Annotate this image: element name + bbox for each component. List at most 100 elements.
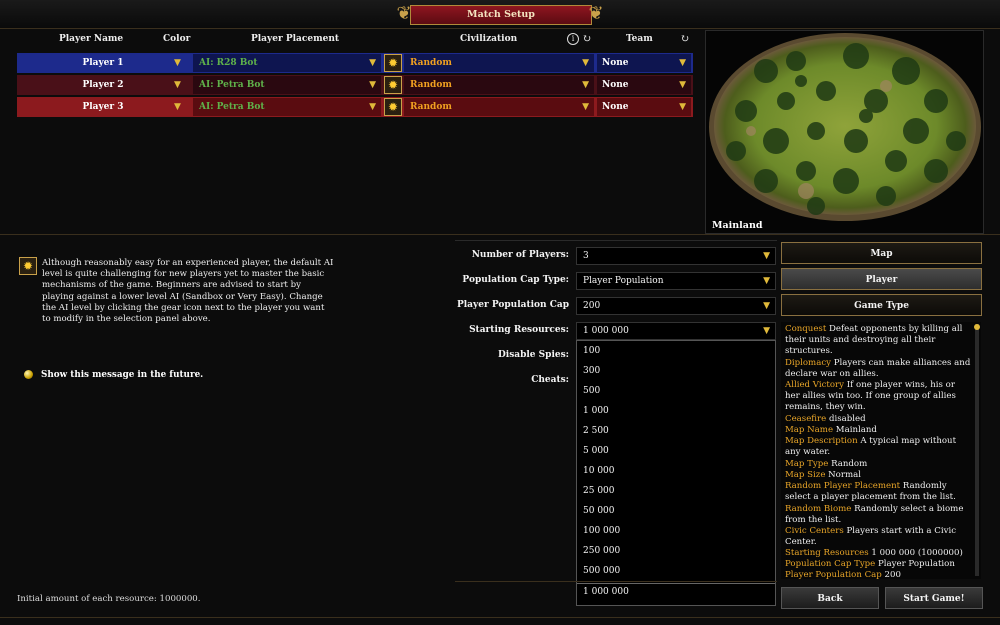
tab-player[interactable]: Player — [781, 268, 982, 290]
summary-item: Ceasefire disabled — [785, 414, 866, 424]
tab-game-type[interactable]: Game Type — [781, 294, 982, 316]
tab-map[interactable]: Map — [781, 242, 982, 264]
num-players-dropdown[interactable]: 3 ▼ — [576, 247, 776, 265]
bottom-border — [0, 617, 1000, 618]
option-item[interactable]: 500 — [583, 386, 600, 396]
player-name: Player 1 — [82, 58, 124, 68]
placement-dropdown[interactable]: AI: Petra Bot ▼ — [193, 98, 381, 116]
team-dropdown[interactable]: None ▼ — [597, 54, 691, 72]
chevron-down-icon: ▼ — [679, 102, 686, 112]
player-pop-cap-dropdown[interactable]: 200 ▼ — [576, 297, 776, 315]
player-row: Player 2 ▼ AI: Petra Bot ▼ ✹ Random ▼ None… — [17, 75, 693, 95]
num-players-value: 3 — [583, 251, 589, 261]
placement-dropdown[interactable]: AI: R28 Bot ▼ — [193, 54, 381, 72]
scroll-thumb[interactable] — [974, 324, 980, 330]
placement-dropdown[interactable]: AI: Petra Bot ▼ — [193, 76, 381, 94]
chevron-down-icon: ▼ — [369, 80, 376, 90]
reset-icon[interactable]: ↻ — [680, 32, 689, 45]
player-name: Player 2 — [82, 80, 124, 90]
pop-cap-type-dropdown[interactable]: Player Population ▼ — [576, 272, 776, 290]
tip-text: Although reasonably easy for an experien… — [42, 258, 334, 325]
chevron-down-icon: ▼ — [763, 301, 770, 311]
option-item[interactable]: 100 — [583, 346, 600, 356]
player-row: Player 1 ▼ AI: R28 Bot ▼ ✹ Random ▼ None ▼ — [17, 53, 693, 73]
color-dropdown[interactable]: ▼ — [174, 58, 181, 68]
chevron-down-icon: ▼ — [582, 102, 589, 112]
summary-item: Starting Resources 1 000 000 (1000000) — [785, 548, 963, 558]
chevron-down-icon: ▼ — [369, 102, 376, 112]
starting-res-value: 1 000 000 — [583, 326, 629, 336]
player-pop-cap-label: Player Population Cap — [456, 300, 569, 310]
summary-item: Player Population Cap 200 — [785, 570, 901, 579]
summary-item: Population Cap Type Player Population — [785, 559, 955, 569]
option-item[interactable]: 2 500 — [583, 426, 609, 436]
show-message-label: Show this message in the future. — [41, 370, 204, 380]
team-dropdown[interactable]: None ▼ — [597, 76, 691, 94]
summary-item: Conquest Defeat opponents by killing all… — [785, 324, 963, 357]
chevron-down-icon: ▼ — [679, 80, 686, 90]
show-message-checkbox[interactable] — [24, 370, 33, 379]
team-dropdown[interactable]: None ▼ — [597, 98, 691, 116]
civ-dropdown[interactable]: Random ▼ — [404, 54, 594, 72]
option-item[interactable]: 250 000 — [583, 546, 620, 556]
info-icon[interactable]: i — [567, 33, 579, 45]
civ-dropdown[interactable]: Random ▼ — [404, 76, 594, 94]
option-item[interactable]: 100 000 — [583, 526, 620, 536]
summary-item: Map Name Mainland — [785, 425, 877, 435]
civ-dropdown[interactable]: Random ▼ — [404, 98, 594, 116]
starting-res-options: 100 300 500 1 000 2 500 5 000 10 000 25 … — [576, 340, 776, 606]
starting-res-dropdown[interactable]: 1 000 000 ▼ — [576, 322, 776, 340]
status-text: Initial amount of each resource: 1000000… — [17, 594, 201, 604]
header-player-placement: Player Placement — [251, 34, 340, 44]
summary-item: Map Size Normal — [785, 470, 861, 480]
player-name: Player 3 — [82, 102, 124, 112]
team-value: None — [602, 102, 629, 112]
chevron-down-icon: ▼ — [582, 80, 589, 90]
summary-item: Diplomacy Players can make alliances and… — [785, 358, 971, 380]
option-item[interactable]: 5 000 — [583, 446, 609, 456]
map-preview[interactable]: Mainland — [705, 30, 984, 234]
option-item[interactable]: 500 000 — [583, 566, 620, 576]
chevron-down-icon: ▼ — [763, 251, 770, 261]
gear-icon[interactable]: ✹ — [384, 76, 402, 94]
color-dropdown[interactable]: ▼ — [174, 80, 181, 90]
option-item[interactable]: 300 — [583, 366, 600, 376]
header-team: Team — [626, 34, 653, 44]
start-game-button[interactable]: Start Game! — [885, 587, 983, 609]
reset-icon[interactable]: ↻ — [582, 32, 591, 45]
option-item[interactable]: 1 000 — [583, 406, 609, 416]
gear-icon[interactable]: ✹ — [384, 98, 402, 116]
player-pop-cap-value: 200 — [583, 301, 601, 311]
map-name-label: Mainland — [712, 220, 763, 231]
ornament-icon: ❦ — [588, 3, 604, 24]
option-item[interactable]: 10 000 — [583, 466, 615, 476]
header-color: Color — [163, 34, 191, 44]
scrollbar[interactable] — [974, 324, 980, 576]
placement-value: AI: R28 Bot — [199, 58, 258, 68]
color-dropdown[interactable]: ▼ — [174, 102, 181, 112]
pop-cap-type-value: Player Population — [583, 276, 664, 286]
summary-item: Map Type Random — [785, 459, 868, 469]
chevron-down-icon: ▼ — [763, 276, 770, 286]
team-value: None — [602, 58, 629, 68]
summary-item: Allied Victory If one player wins, his o… — [785, 380, 956, 413]
chevron-down-icon: ▼ — [679, 58, 686, 68]
civ-value: Random — [410, 58, 452, 68]
back-button[interactable]: Back — [781, 587, 879, 609]
option-item-selected[interactable]: 1 000 000 — [583, 587, 629, 597]
divider — [577, 583, 775, 584]
header-civilization: Civilization — [460, 34, 518, 44]
game-summary: Conquest Defeat opponents by killing all… — [781, 322, 981, 579]
divider — [455, 581, 777, 582]
starting-res-label: Starting Resources: — [469, 325, 569, 335]
option-item[interactable]: 25 000 — [583, 486, 615, 496]
option-item[interactable]: 50 000 — [583, 506, 615, 516]
page-title: Match Setup — [410, 5, 592, 25]
summary-item: Civic Centers Players start with a Civic… — [785, 526, 957, 548]
disable-spies-label: Disable Spies: — [497, 350, 569, 360]
cheats-label: Cheats: — [531, 375, 569, 385]
placement-value: AI: Petra Bot — [199, 80, 265, 90]
gear-icon[interactable]: ✹ — [384, 54, 402, 72]
pop-cap-type-label: Population Cap Type: — [462, 275, 569, 285]
summary-item: Random Player Placement Randomly select … — [785, 481, 956, 503]
